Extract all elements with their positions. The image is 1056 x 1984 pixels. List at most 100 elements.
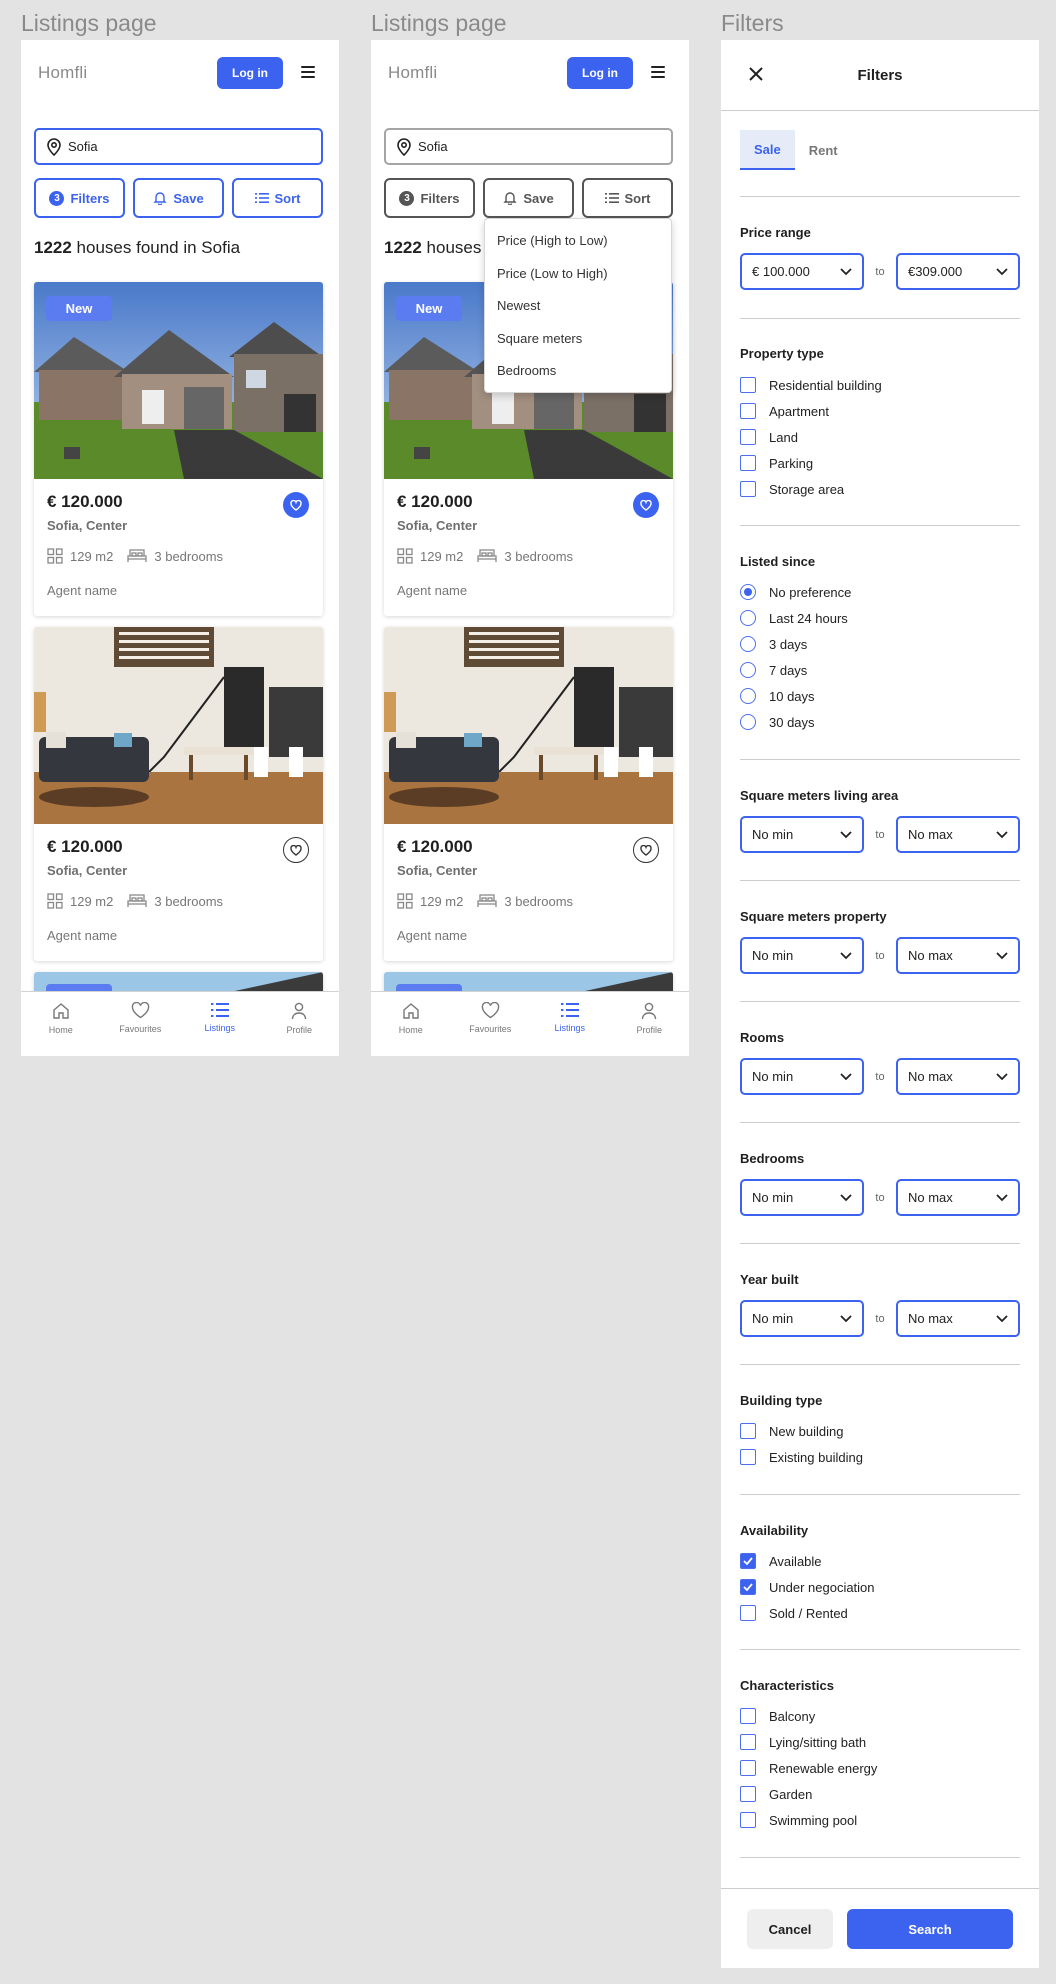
checkbox[interactable] xyxy=(740,1812,756,1828)
year-built-min-select[interactable]: No min xyxy=(740,1300,864,1337)
location-search-input[interactable]: Sofia xyxy=(34,128,323,165)
sort-option-price-high-low[interactable]: Price (High to Low) xyxy=(485,225,671,258)
radio[interactable] xyxy=(740,610,756,626)
property-type-option[interactable]: Land xyxy=(740,427,798,447)
tab-rent[interactable]: Rent xyxy=(795,130,852,170)
property-type-option[interactable]: Parking xyxy=(740,453,813,473)
bedrooms-max-select[interactable]: No max xyxy=(896,1179,1020,1216)
listing-agent[interactable]: Agent name xyxy=(47,928,117,943)
characteristic-option[interactable]: Lying/sitting bath xyxy=(740,1732,866,1752)
login-button[interactable]: Log in xyxy=(217,57,283,89)
tab-favourites[interactable]: Favourites xyxy=(101,992,181,1056)
hamburger-menu-icon[interactable] xyxy=(651,66,665,78)
property-area-max-select[interactable]: No max xyxy=(896,937,1020,974)
rooms-max-select[interactable]: No max xyxy=(896,1058,1020,1095)
user-icon xyxy=(642,1002,657,1020)
listed-since-option[interactable]: 3 days xyxy=(740,634,807,654)
characteristic-option[interactable]: Balcony xyxy=(740,1706,815,1726)
price-min-select[interactable]: € 100.000 xyxy=(740,253,864,290)
checkbox[interactable] xyxy=(740,481,756,497)
radio[interactable] xyxy=(740,714,756,730)
radio[interactable] xyxy=(740,662,756,678)
tab-home[interactable]: Home xyxy=(21,992,101,1056)
living-area-max-select[interactable]: No max xyxy=(896,816,1020,853)
availability-option[interactable]: Under negociation xyxy=(740,1577,875,1597)
sort-option-bedrooms[interactable]: Bedrooms xyxy=(485,355,671,388)
checkbox-checked[interactable] xyxy=(740,1553,756,1569)
living-area-min-select[interactable]: No min xyxy=(740,816,864,853)
listing-card[interactable]: € 120.000 Sofia, Center 129 m2 3 bedroom… xyxy=(34,627,323,961)
availability-option[interactable]: Sold / Rented xyxy=(740,1603,848,1623)
radio-selected[interactable] xyxy=(740,584,756,600)
checkbox[interactable] xyxy=(740,1760,756,1776)
building-type-option[interactable]: New building xyxy=(740,1421,843,1441)
listed-since-option[interactable]: 30 days xyxy=(740,712,815,732)
property-type-option[interactable]: Storage area xyxy=(740,479,844,499)
listing-card[interactable]: New € 120.000 Sofia, Center 129 m2 3 bed… xyxy=(34,282,323,616)
listed-since-option[interactable]: Last 24 hours xyxy=(740,608,848,628)
checkbox[interactable] xyxy=(740,403,756,419)
availability-option[interactable]: Available xyxy=(740,1551,822,1571)
login-button[interactable]: Log in xyxy=(567,57,633,89)
location-search-input[interactable]: Sofia xyxy=(384,128,673,165)
divider xyxy=(740,1243,1020,1244)
sort-button[interactable]: Sort xyxy=(232,178,323,218)
bedrooms-min-select[interactable]: No min xyxy=(740,1179,864,1216)
checkbox[interactable] xyxy=(740,429,756,445)
heart-icon xyxy=(640,844,652,856)
brand-logo[interactable]: Homfli xyxy=(388,63,437,83)
tab-profile[interactable]: Profile xyxy=(610,992,690,1056)
listing-agent[interactable]: Agent name xyxy=(47,583,117,598)
listed-since-option[interactable]: No preference xyxy=(740,582,851,602)
brand-logo[interactable]: Homfli xyxy=(38,63,87,83)
tab-favourites[interactable]: Favourites xyxy=(451,992,531,1056)
favourite-button[interactable] xyxy=(283,837,309,863)
sort-button[interactable]: Sort xyxy=(582,178,673,218)
tab-sale[interactable]: Sale xyxy=(740,130,795,170)
favourite-button[interactable] xyxy=(633,837,659,863)
checkbox[interactable] xyxy=(740,455,756,471)
radio[interactable] xyxy=(740,688,756,704)
characteristic-option[interactable]: Swimming pool xyxy=(740,1810,857,1830)
listed-since-option[interactable]: 7 days xyxy=(740,660,807,680)
filters-button[interactable]: 3 Filters xyxy=(384,178,475,218)
save-search-button[interactable]: Save xyxy=(133,178,224,218)
radio[interactable] xyxy=(740,636,756,652)
checkbox[interactable] xyxy=(740,1605,756,1621)
year-built-max-select[interactable]: No max xyxy=(896,1300,1020,1337)
rooms-min-select[interactable]: No min xyxy=(740,1058,864,1095)
tab-home[interactable]: Home xyxy=(371,992,451,1056)
search-button[interactable]: Search xyxy=(847,1909,1013,1949)
filters-button[interactable]: 3 Filters xyxy=(34,178,125,218)
listing-agent[interactable]: Agent name xyxy=(397,928,467,943)
checkbox[interactable] xyxy=(740,377,756,393)
checkbox[interactable] xyxy=(740,1708,756,1724)
property-type-option[interactable]: Apartment xyxy=(740,401,829,421)
characteristic-option[interactable]: Garden xyxy=(740,1784,812,1804)
building-type-option[interactable]: Existing building xyxy=(740,1447,863,1467)
checkbox[interactable] xyxy=(740,1449,756,1465)
tab-listings[interactable]: Listings xyxy=(530,992,610,1056)
listing-agent[interactable]: Agent name xyxy=(397,583,467,598)
home-icon xyxy=(53,1003,69,1019)
checkbox-checked[interactable] xyxy=(740,1579,756,1595)
tab-listings[interactable]: Listings xyxy=(180,992,260,1056)
characteristic-option[interactable]: Renewable energy xyxy=(740,1758,877,1778)
hamburger-menu-icon[interactable] xyxy=(301,66,315,78)
checkbox[interactable] xyxy=(740,1423,756,1439)
cancel-button[interactable]: Cancel xyxy=(747,1909,833,1949)
tab-profile[interactable]: Profile xyxy=(260,992,340,1056)
property-type-option[interactable]: Residential building xyxy=(740,375,882,395)
checkbox[interactable] xyxy=(740,1734,756,1750)
sort-option-newest[interactable]: Newest xyxy=(485,290,671,323)
save-search-button[interactable]: Save xyxy=(483,178,574,218)
favourite-button[interactable] xyxy=(283,492,309,518)
listing-card[interactable]: € 120.000 Sofia, Center 129 m2 3 bedroom… xyxy=(384,627,673,961)
price-max-select[interactable]: €309.000 xyxy=(896,253,1020,290)
sort-option-price-low-high[interactable]: Price (Low to High) xyxy=(485,258,671,291)
listed-since-option[interactable]: 10 days xyxy=(740,686,815,706)
checkbox[interactable] xyxy=(740,1786,756,1802)
sort-option-square-meters[interactable]: Square meters xyxy=(485,323,671,356)
favourite-button[interactable] xyxy=(633,492,659,518)
property-area-min-select[interactable]: No min xyxy=(740,937,864,974)
